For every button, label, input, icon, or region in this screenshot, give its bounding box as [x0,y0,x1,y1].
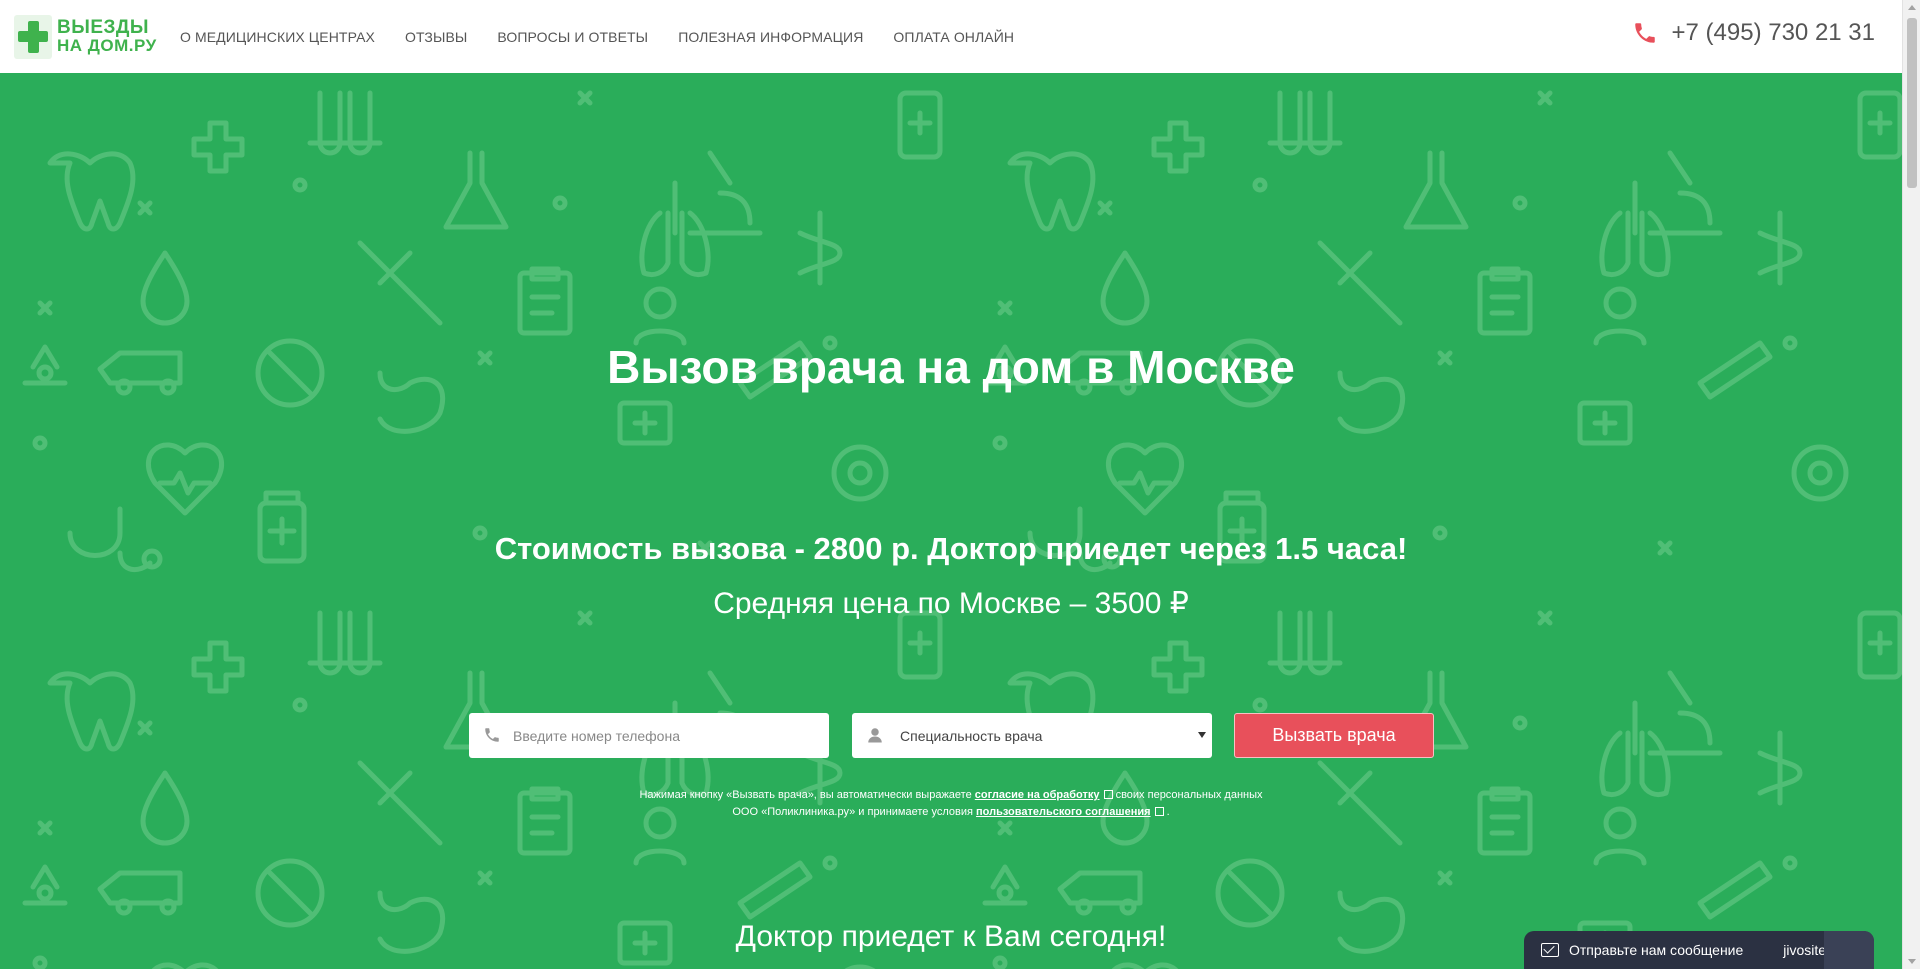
user-icon [868,728,882,743]
phone-number: +7 (495) 730 21 31 [1671,19,1876,46]
consent-text-3: ООО «Поликлиника.ру» и принимаете услови… [732,806,973,818]
scroll-thumb[interactable] [1907,18,1917,188]
phone-field[interactable] [469,713,829,758]
consent-processing-link[interactable]: согласие на обработку [975,789,1100,801]
consent-text-1: Нажимая кнопку «Вызвать врача», вы автом… [639,789,972,801]
phone-icon [1634,23,1655,43]
hero-section: Вызов врача на дом в Москве [0,73,1902,969]
nav-useful-info[interactable]: ПОЛЕЗНАЯ ИНФОРМАЦИЯ [678,29,863,45]
consent-text: Нажимая кнопку «Вызвать врача», вы автом… [0,787,1902,821]
chat-widget[interactable]: Отправьте нам сообщение jivosite [1524,931,1874,969]
hero-subtitle: Стоимость вызова - 2800 р. Доктор приеде… [494,531,1408,566]
phone-icon [485,728,499,742]
logo-line-2: НА ДОМ.РУ [57,36,157,55]
call-doctor-form: Специальность врача Вызвать врача [469,713,1434,758]
main-nav: О МЕДИЦИНСКИХ ЦЕНТРАХ ОТЗЫВЫ ВОПРОСЫ И О… [180,0,1044,73]
user-agreement-link[interactable]: пользовательского соглашения [976,806,1151,818]
envelope-icon [1541,943,1559,957]
external-link-icon [1154,807,1164,816]
consent-text-2: своих персональных данных [1115,789,1263,801]
phone-input[interactable] [469,713,829,758]
nav-reviews[interactable]: ОТЗЫВЫ [405,29,467,45]
site-logo[interactable]: ВЫЕЗДЫ НА ДОМ.РУ [14,14,169,60]
site-header: ВЫЕЗДЫ НА ДОМ.РУ О МЕДИЦИНСКИХ ЦЕНТРАХ О… [0,0,1902,73]
chevron-down-icon [1198,732,1206,738]
chat-side-tab[interactable] [1824,931,1874,969]
scroll-up-arrow[interactable] [1908,5,1916,10]
hero-price: Средняя цена по Москве – 3500 ₽ [713,587,1189,620]
specialty-select[interactable]: Специальность врача [852,713,1212,758]
hero-title: Вызов врача на дом в Москве [607,341,1295,393]
external-link-icon [1103,790,1113,799]
chat-label: Отправьте нам сообщение [1569,942,1744,958]
call-doctor-button[interactable]: Вызвать врача [1234,713,1434,758]
medical-pattern [0,73,1902,969]
nav-medical-centers[interactable]: О МЕДИЦИНСКИХ ЦЕНТРАХ [180,29,375,45]
scroll-down-arrow[interactable] [1908,959,1916,964]
chat-brand: jivosite [1783,942,1827,958]
nav-faq[interactable]: ВОПРОСЫ И ОТВЕТЫ [497,29,648,45]
header-phone[interactable]: +7 (495) 730 21 31 [1632,19,1876,47]
page-scrollbar[interactable] [1902,0,1920,969]
consent-text-4: . [1166,806,1170,818]
logo-line-1: ВЫЕЗДЫ [57,17,150,38]
nav-online-payment[interactable]: ОПЛАТА ОНЛАЙН [893,29,1014,45]
logo-text: ВЫЕЗДЫ НА ДОМ.РУ [57,17,157,55]
cross-logo-icon [14,15,52,59]
